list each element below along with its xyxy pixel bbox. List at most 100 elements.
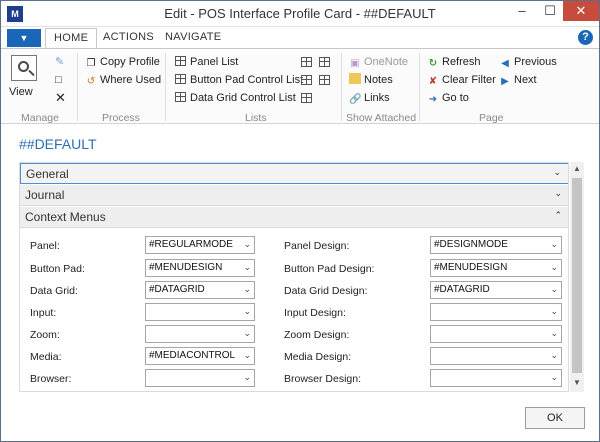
tab-home[interactable]: HOME [45,28,98,49]
notes-button[interactable]: Notes [349,73,393,87]
where-used-label: Where Used [100,74,162,86]
button-pad-field[interactable]: #MENUDESIGN ⌄ [145,259,255,277]
browser-design-field[interactable]: ⌄ [430,369,562,387]
refresh-button[interactable]: ↻ Refresh [427,55,481,69]
chevron-down-icon: ⌄ [243,306,251,316]
copy-profile-label: Copy Profile [100,56,160,68]
go-to-button[interactable]: ➜ Go to [427,91,469,105]
tab-actions[interactable]: ACTIONS [103,31,154,43]
field-label: Browser: [30,373,72,385]
field-label: Button Pad: [30,263,85,275]
onenote-label: OneNote [364,56,409,68]
chevron-down-icon: ⌄ [243,350,251,360]
clear-filter-icon: ✘ [428,76,438,87]
content-panel: General ⌄ Journal ⌄ Context Menus ⌃ Pane… [19,162,569,392]
chevron-down-icon: ⌄ [550,284,558,294]
panel-field[interactable]: #REGULARMODE ⌄ [145,236,255,254]
table-icon[interactable] [301,75,312,85]
table-icon [175,74,186,84]
chevron-down-icon: ⌄ [550,372,558,382]
field-value: #DATAGRID [434,284,490,295]
fasttab-general-label: General [26,167,69,181]
app-menu-button[interactable]: ▼ [7,29,41,47]
chevron-down-icon: ⌄ [550,239,558,249]
field-label: Input Design: [284,307,346,319]
table-icon[interactable] [319,75,330,85]
panel-list-button[interactable]: Panel List [175,55,238,69]
where-used-button[interactable]: ↺ Where Used [85,73,161,87]
zoom-field[interactable]: ⌄ [145,325,255,343]
group-separator [419,53,420,121]
field-value: #MENUDESIGN [434,262,508,273]
button-pad-design-field[interactable]: #MENUDESIGN ⌄ [430,259,562,277]
fasttab-journal[interactable]: Journal ⌄ [20,185,568,206]
scroll-down-icon[interactable]: ▼ [573,378,581,387]
links-label: Links [364,92,390,104]
field-value: #MEDIACONTROL [149,350,236,361]
media-design-field[interactable]: ⌄ [430,347,562,365]
data-grid-control-list-button[interactable]: Data Grid Control List [175,91,296,105]
links-button[interactable]: 🔗 Links [349,91,390,105]
input-field[interactable]: ⌄ [145,303,255,321]
field-label: Browser Design: [284,373,362,385]
maximize-button[interactable]: ☐ [537,1,563,21]
ok-button[interactable]: OK [525,407,585,429]
table-icon[interactable] [319,57,330,67]
close-button[interactable]: ✕ [563,1,599,21]
onenote-icon: ▣ [350,58,360,69]
next-icon: ▶ [501,76,509,87]
group-separator [341,53,342,121]
input-design-field[interactable]: ⌄ [430,303,562,321]
next-button[interactable]: ▶ Next [499,73,536,87]
refresh-label: Refresh [442,56,481,68]
table-icon [175,56,186,66]
chevron-down-icon: ⌄ [243,239,251,249]
view-label: View [9,86,33,98]
clear-filter-button[interactable]: ✘ Clear Filter [427,73,496,87]
data-grid-field[interactable]: #DATAGRID ⌄ [145,281,255,299]
field-label: Panel: [30,240,60,252]
scrollbar-thumb[interactable] [572,178,582,373]
title-bar: M Edit - POS Interface Profile Card - ##… [1,1,599,27]
ribbon: View ✎ □ ✕ Manage ❐ Copy Profile ↺ Where U… [1,48,599,124]
chevron-down-icon: ⌄ [554,188,562,198]
data-grid-design-field[interactable]: #DATAGRID ⌄ [430,281,562,299]
where-used-icon: ↺ [86,76,96,87]
help-icon[interactable]: ? [578,30,593,45]
view-button[interactable]: View [9,55,37,98]
media-field[interactable]: #MEDIACONTROL ⌄ [145,347,255,365]
vertical-scrollbar[interactable]: ▲ ▼ [570,162,584,392]
scroll-up-icon[interactable]: ▲ [573,164,581,173]
edit-icon[interactable]: ✎ [55,55,64,69]
go-to-label: Go to [442,92,469,104]
field-label: Media Design: [284,351,352,363]
chevron-down-icon: ⌄ [553,167,561,177]
button-pad-control-list-button[interactable]: Button Pad Control List [175,73,303,87]
field-label: Data Grid Design: [284,285,368,297]
previous-button[interactable]: ◀ Previous [499,55,557,69]
group-separator [165,53,166,121]
zoom-design-field[interactable]: ⌄ [430,325,562,343]
table-icon[interactable] [301,93,312,103]
field-label: Panel Design: [284,240,350,252]
panel-design-field[interactable]: #DESIGNMODE ⌄ [430,236,562,254]
fasttab-general[interactable]: General ⌄ [20,163,568,184]
field-label: Zoom: [30,329,60,341]
table-icon[interactable] [301,57,312,67]
window: M Edit - POS Interface Profile Card - ##… [0,0,600,442]
browser-field[interactable]: ⌄ [145,369,255,387]
button-pad-list-label: Button Pad Control List [190,74,304,86]
fasttab-context-menus[interactable]: Context Menus ⌃ [20,207,568,228]
new-icon[interactable]: □ [55,73,62,87]
field-label: Media: [30,351,62,363]
table-icon [175,92,186,102]
copy-profile-button[interactable]: ❐ Copy Profile [85,55,160,69]
chevron-down-icon: ⌄ [243,284,251,294]
onenote-button[interactable]: ▣ OneNote [349,55,408,69]
fasttab-context-menus-label: Context Menus [25,210,106,224]
tab-navigate[interactable]: NAVIGATE [165,31,221,43]
delete-icon[interactable]: ✕ [55,91,66,105]
field-label: Data Grid: [30,285,78,297]
view-icon [11,55,37,81]
minimize-button[interactable]: – [509,1,535,21]
